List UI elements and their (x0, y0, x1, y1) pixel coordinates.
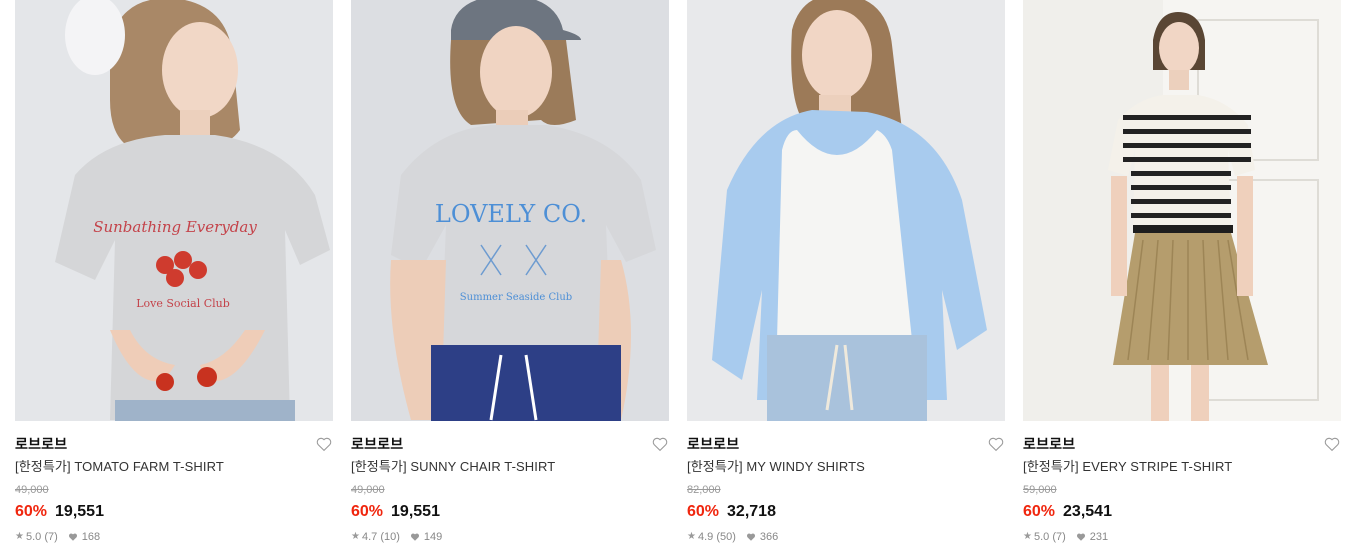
discount-rate: 60% (687, 503, 720, 520)
star-icon: ★ (351, 531, 360, 542)
sale-price: 32,718 (727, 503, 776, 520)
rating-value: 4.7 (361, 531, 378, 543)
review-count: (7) (44, 531, 58, 543)
product-card[interactable]: LOVELY CO. Summer Seaside Club 로브로브 [한정특… (351, 0, 669, 544)
product-card[interactable]: 로브로브 [한정특가] MY WINDY SHIRTS 82,000 60% 3… (687, 0, 1005, 544)
price-row: 60% 23,541 (1023, 502, 1341, 522)
rating-value: 4.9 (697, 531, 714, 543)
likes: 231 (1076, 530, 1108, 544)
heart-filled-icon (68, 533, 77, 541)
sale-price: 23,541 (1063, 503, 1112, 520)
heart-outline-icon[interactable] (651, 435, 669, 453)
product-image[interactable] (1023, 0, 1341, 421)
product-info: 로브로브 [한정특가] MY WINDY SHIRTS 82,000 60% 3… (687, 421, 1005, 544)
original-price: 82,000 (687, 484, 721, 496)
discount-rate: 60% (351, 503, 384, 520)
discount-rate: 60% (1023, 503, 1056, 520)
product-image[interactable]: Sunbathing Everyday Love Social Club (15, 0, 333, 421)
like-count: 168 (81, 531, 101, 543)
rating-value: 5.0 (1033, 531, 1050, 543)
heart-outline-icon[interactable] (987, 435, 1005, 453)
product-title[interactable]: [한정특가] EVERY STRIPE T-SHIRT (1023, 459, 1341, 475)
star-icon: ★ (15, 531, 24, 542)
like-count: 231 (1089, 531, 1109, 543)
original-price: 49,000 (351, 484, 385, 496)
brand-name[interactable]: 로브로브 (351, 435, 669, 453)
svg-text:Summer Seaside Club: Summer Seaside Club (460, 292, 572, 303)
heart-filled-icon (746, 533, 755, 541)
product-title[interactable]: [한정특가] SUNNY CHAIR T-SHIRT (351, 459, 669, 475)
sale-price: 19,551 (55, 503, 104, 520)
product-info: 로브로브 [한정특가] EVERY STRIPE T-SHIRT 59,000 … (1023, 421, 1341, 544)
svg-text:Love Social Club: Love Social Club (136, 297, 230, 310)
product-image[interactable]: LOVELY CO. Summer Seaside Club (351, 0, 669, 421)
product-card[interactable]: 로브로브 [한정특가] EVERY STRIPE T-SHIRT 59,000 … (1023, 0, 1341, 544)
heart-outline-icon[interactable] (1323, 435, 1341, 453)
likes: 149 (410, 530, 442, 544)
product-meta: ★ 4.7 (10) 149 (351, 530, 669, 544)
product-title[interactable]: [한정특가] TOMATO FARM T-SHIRT (15, 459, 333, 475)
product-card[interactable]: Sunbathing Everyday Love Social Club 로브로… (15, 0, 333, 544)
product-info: 로브로브 [한정특가] SUNNY CHAIR T-SHIRT 49,000 6… (351, 421, 669, 544)
discount-rate: 60% (15, 503, 48, 520)
like-count: 366 (759, 531, 779, 543)
product-grid: Sunbathing Everyday Love Social Club 로브로… (15, 0, 1341, 544)
brand-name[interactable]: 로브로브 (1023, 435, 1341, 453)
review-count: (7) (1052, 531, 1066, 543)
original-price: 49,000 (15, 484, 49, 496)
star-icon: ★ (687, 531, 696, 542)
svg-text:LOVELY CO.: LOVELY CO. (435, 200, 587, 228)
review-count: (10) (380, 531, 400, 543)
likes: 168 (68, 530, 100, 544)
star-icon: ★ (1023, 531, 1032, 542)
review-count: (50) (716, 531, 736, 543)
brand-name[interactable]: 로브로브 (687, 435, 1005, 453)
heart-filled-icon (410, 533, 419, 541)
price-row: 60% 19,551 (15, 502, 333, 522)
heart-outline-icon[interactable] (315, 435, 333, 453)
heart-filled-icon (1076, 533, 1085, 541)
brand-name[interactable]: 로브로브 (15, 435, 333, 453)
svg-text:Sunbathing Everyday: Sunbathing Everyday (93, 218, 257, 236)
likes: 366 (746, 530, 778, 544)
price-row: 60% 19,551 (351, 502, 669, 522)
price-row: 60% 32,718 (687, 502, 1005, 522)
rating-value: 5.0 (25, 531, 42, 543)
product-info: 로브로브 [한정특가] TOMATO FARM T-SHIRT 49,000 6… (15, 421, 333, 544)
product-meta: ★ 5.0 (7) 231 (1023, 530, 1341, 544)
product-title[interactable]: [한정특가] MY WINDY SHIRTS (687, 459, 1005, 475)
sale-price: 19,551 (391, 503, 440, 520)
like-count: 149 (423, 531, 443, 543)
product-image[interactable] (687, 0, 1005, 421)
original-price: 59,000 (1023, 484, 1057, 496)
product-meta: ★ 5.0 (7) 168 (15, 530, 333, 544)
product-meta: ★ 4.9 (50) 366 (687, 530, 1005, 544)
